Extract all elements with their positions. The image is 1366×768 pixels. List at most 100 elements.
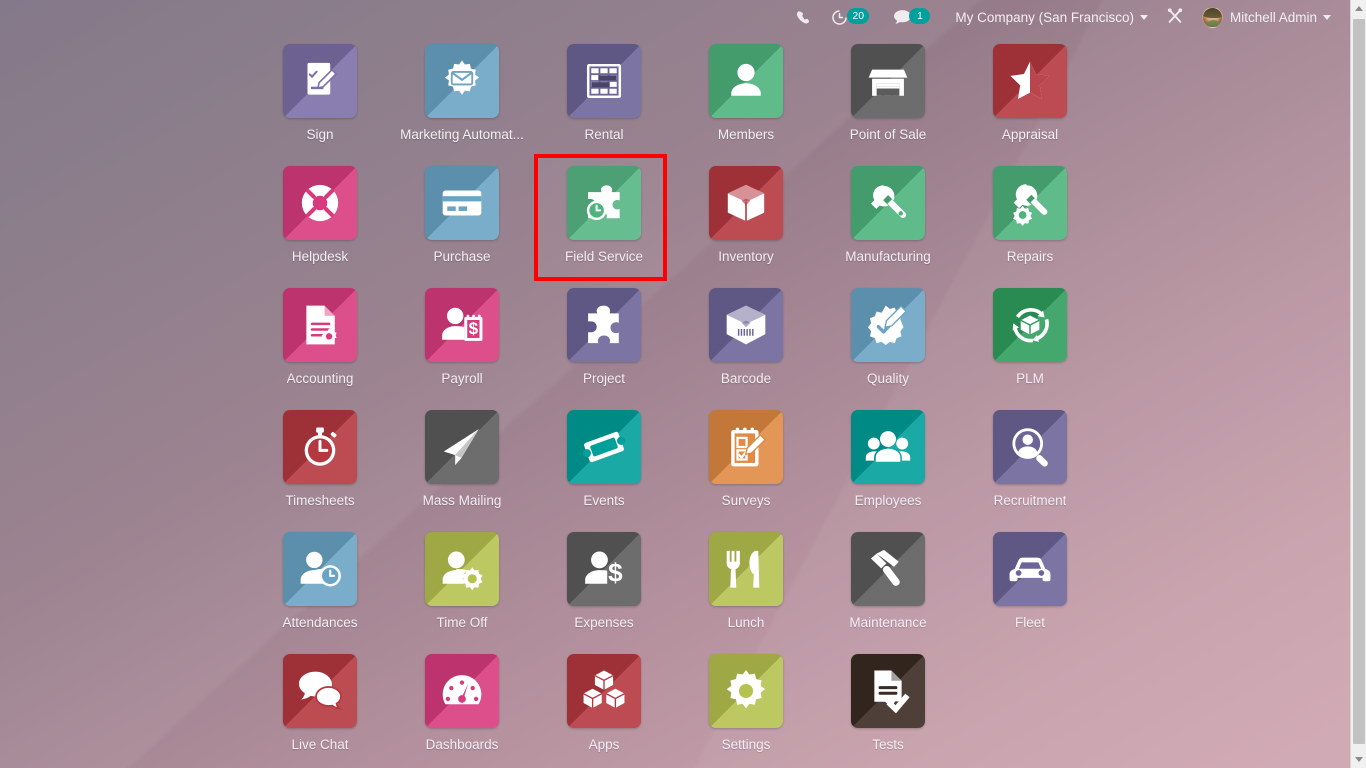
app-inventory[interactable]: Inventory [675, 163, 817, 285]
sign-document-icon [283, 44, 357, 118]
invoice-gear-icon [283, 288, 357, 362]
person-search-icon [993, 410, 1067, 484]
app-label: Point of Sale [849, 127, 927, 142]
app-rental[interactable]: Rental [533, 41, 675, 163]
phone-button[interactable] [787, 0, 820, 34]
top-system-bar: 20 1 My Company (San Francisco) Mitchell… [0, 0, 1350, 34]
app-sign[interactable]: Sign [249, 41, 391, 163]
app-maintenance[interactable]: Maintenance [817, 529, 959, 651]
paper-plane-icon [425, 410, 499, 484]
svg-text:$: $ [608, 558, 623, 588]
activities-count-badge: 20 [847, 8, 870, 24]
chevron-down-icon [1139, 14, 1148, 20]
people-group-icon [851, 410, 925, 484]
speech-bubbles-icon [283, 654, 357, 728]
scroll-up-button[interactable] [1351, 0, 1366, 17]
app-label: Members [717, 127, 775, 142]
messages-button[interactable]: 1 [882, 0, 944, 34]
app-members[interactable]: Members [675, 41, 817, 163]
developer-tools-icon [1166, 7, 1184, 28]
app-timesheets[interactable]: Timesheets [249, 407, 391, 529]
app-fleet[interactable]: Fleet [959, 529, 1101, 651]
person-icon [709, 44, 783, 118]
app-label: Attendances [282, 615, 358, 630]
app-label: Tests [872, 737, 904, 752]
app-accounting[interactable]: Accounting [249, 285, 391, 407]
app-label: Events [583, 493, 625, 508]
app-payroll[interactable]: $ Payroll [391, 285, 533, 407]
avatar [1201, 6, 1223, 28]
app-label: Surveys [721, 493, 771, 508]
chevron-down-icon [1323, 14, 1331, 20]
app-attendances[interactable]: Attendances [249, 529, 391, 651]
wrench-gear-icon [993, 166, 1067, 240]
app-label: Apps [588, 737, 620, 752]
vertical-scrollbar[interactable] [1350, 0, 1366, 768]
app-time-off[interactable]: Time Off [391, 529, 533, 651]
app-label: Fleet [1014, 615, 1045, 630]
app-launcher-grid: Sign Marketing Automat... Rental Members Poi… [0, 34, 1350, 768]
app-label: Field Service [564, 249, 644, 264]
app-barcode[interactable]: Barcode [675, 285, 817, 407]
app-label: Manufacturing [845, 249, 931, 264]
app-label: Live Chat [291, 737, 349, 752]
user-menu[interactable]: Mitchell Admin [1193, 0, 1340, 34]
app-settings[interactable]: Settings [675, 651, 817, 768]
app-label: Expenses [574, 615, 634, 630]
app-label: Accounting [286, 371, 354, 386]
app-apps[interactable]: Apps [533, 651, 675, 768]
app-surveys[interactable]: Surveys [675, 407, 817, 529]
app-label: Purchase [433, 249, 491, 264]
app-label: Rental [584, 127, 624, 142]
user-name-label: Mitchell Admin [1229, 9, 1317, 25]
puzzle-icon [567, 288, 641, 362]
app-plm[interactable]: PLM [959, 285, 1101, 407]
app-employees[interactable]: Employees [817, 407, 959, 529]
company-switcher[interactable]: My Company (San Francisco) [946, 0, 1157, 34]
svg-text:$: $ [469, 319, 479, 338]
ticket-icon [567, 410, 641, 484]
stopwatch-icon [283, 410, 357, 484]
app-project[interactable]: Project [533, 285, 675, 407]
open-box-icon [709, 166, 783, 240]
app-label: Employees [854, 493, 922, 508]
wrench-icon [851, 166, 925, 240]
app-quality[interactable]: Quality [817, 285, 959, 407]
half-star-icon [993, 44, 1067, 118]
app-recruitment[interactable]: Recruitment [959, 407, 1101, 529]
app-label: Recruitment [993, 493, 1067, 508]
app-label: Helpdesk [291, 249, 349, 264]
document-check-icon [851, 654, 925, 728]
scroll-down-button[interactable] [1351, 751, 1366, 768]
app-marketing-automat[interactable]: Marketing Automat... [391, 41, 533, 163]
app-appraisal[interactable]: Appraisal [959, 41, 1101, 163]
app-manufacturing[interactable]: Manufacturing [817, 163, 959, 285]
scroll-up-arrow-icon [1355, 6, 1363, 11]
app-label: Settings [721, 737, 771, 752]
rental-calendar-icon [567, 44, 641, 118]
app-label: Sign [306, 127, 334, 142]
app-helpdesk[interactable]: Helpdesk [249, 163, 391, 285]
barcode-box-icon [709, 288, 783, 362]
app-purchase[interactable]: Purchase [391, 163, 533, 285]
app-point-of-sale[interactable]: Point of Sale [817, 41, 959, 163]
app-label: Mass Mailing [422, 493, 502, 508]
company-name-label: My Company (San Francisco) [955, 9, 1134, 25]
fork-knife-icon [709, 532, 783, 606]
app-lunch[interactable]: Lunch [675, 529, 817, 651]
developer-tools-button[interactable] [1157, 0, 1193, 34]
app-mass-mailing[interactable]: Mass Mailing [391, 407, 533, 529]
app-expenses[interactable]: $ Expenses [533, 529, 675, 651]
app-field-service[interactable]: Field Service [533, 154, 675, 285]
app-dashboards[interactable]: Dashboards [391, 651, 533, 768]
app-tests[interactable]: Tests [817, 651, 959, 768]
clipboard-pencil-icon [709, 410, 783, 484]
app-live-chat[interactable]: Live Chat [249, 651, 391, 768]
activities-button[interactable]: 20 [820, 0, 882, 34]
person-dollar-icon: $ [567, 532, 641, 606]
app-events[interactable]: Events [533, 407, 675, 529]
app-label: Timesheets [285, 493, 355, 508]
scrollbar-thumb[interactable] [1353, 19, 1365, 744]
app-repairs[interactable]: Repairs [959, 163, 1101, 285]
clock-activity-icon [831, 9, 848, 29]
